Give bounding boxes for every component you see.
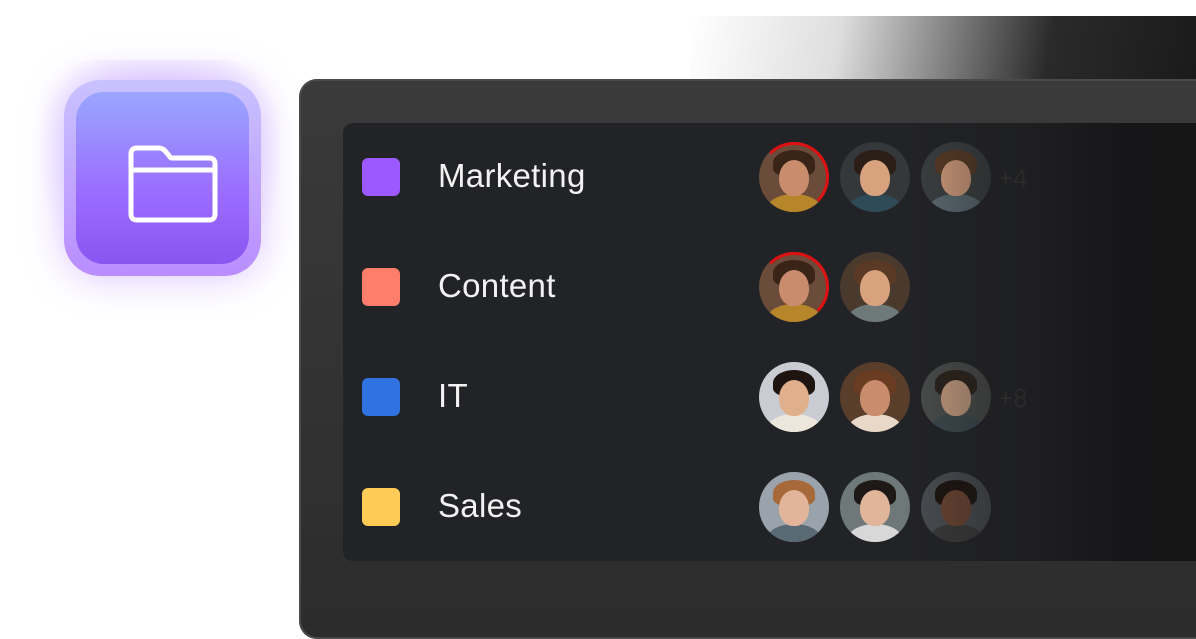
member-avatar[interactable] (840, 142, 910, 212)
member-avatar[interactable] (921, 472, 991, 542)
team-name: Content (438, 267, 556, 304)
team-row-it[interactable]: IT +8 (343, 357, 1196, 437)
team-row-sales[interactable]: Sales (343, 467, 1196, 547)
member-avatar[interactable] (840, 472, 910, 542)
team-name: IT (438, 377, 468, 414)
more-members-count[interactable]: +8 (998, 383, 1028, 414)
member-avatar[interactable] (921, 362, 991, 432)
folder-app-button[interactable] (64, 80, 261, 276)
team-color-swatch (362, 158, 400, 196)
team-row-marketing[interactable]: Marketing +4 (343, 137, 1196, 217)
member-avatar[interactable] (759, 362, 829, 432)
device-frame: Marketing +4 Content IT +8 Sales (299, 79, 1196, 639)
avatar-status-ring (759, 252, 829, 322)
folder-app-tile (76, 92, 249, 264)
team-list: Marketing +4 Content IT +8 Sales (343, 123, 1196, 561)
more-members-count[interactable]: +4 (998, 163, 1028, 194)
avatar-status-ring (759, 142, 829, 212)
team-name: Marketing (438, 157, 586, 194)
member-avatar[interactable] (759, 472, 829, 542)
team-name: Sales (438, 487, 523, 524)
team-color-swatch (362, 488, 400, 526)
team-color-swatch (362, 378, 400, 416)
team-row-content[interactable]: Content (343, 247, 1196, 327)
member-avatar[interactable] (840, 252, 910, 322)
team-color-swatch (362, 268, 400, 306)
member-avatar[interactable] (921, 142, 991, 212)
member-avatar[interactable] (840, 362, 910, 432)
folder-icon (128, 145, 218, 223)
